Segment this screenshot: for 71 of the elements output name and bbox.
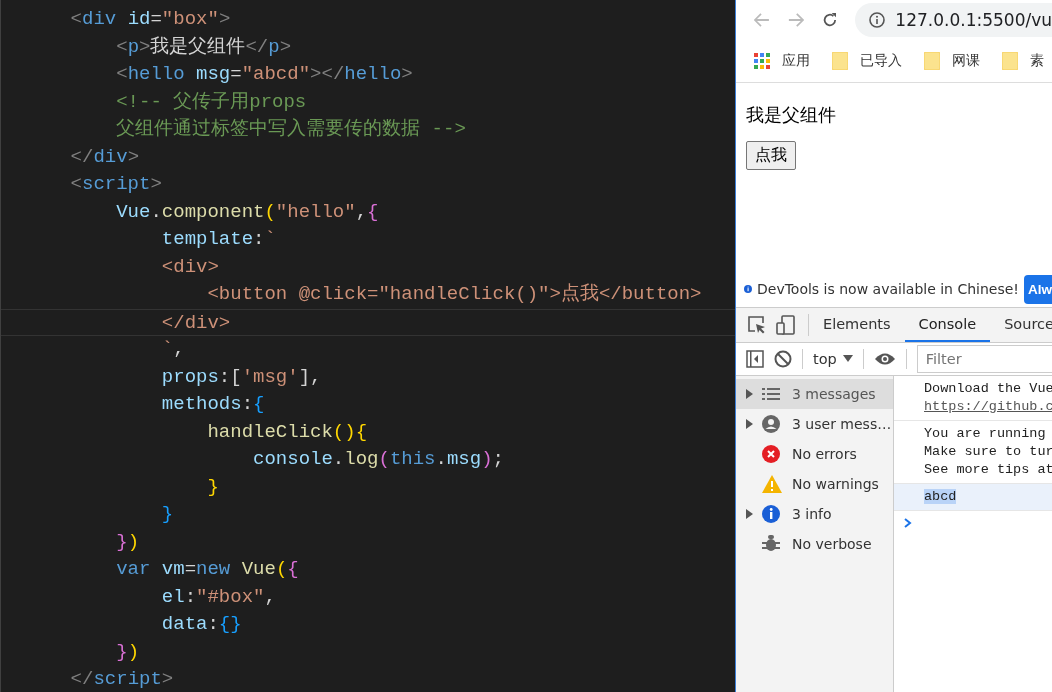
bookmark[interactable]: 素 <box>1002 52 1044 70</box>
code-line: <button @click="handleClick()">点我</button> <box>206 282 703 307</box>
code-editor[interactable] <box>0 0 735 692</box>
code-line: var vm=new Vue({ <box>115 557 300 582</box>
bookmark[interactable]: 网课 <box>924 52 980 70</box>
device-icon[interactable] <box>776 315 796 335</box>
warning-icon <box>762 475 782 493</box>
code-line: methods:{ <box>160 392 266 417</box>
reload-icon[interactable] <box>821 11 838 29</box>
code-line: `, <box>160 337 186 362</box>
devtools-tab[interactable]: Console <box>904 308 991 342</box>
folder-icon <box>832 52 848 70</box>
bookmark[interactable]: 应用 <box>754 52 810 70</box>
info-icon[interactable] <box>869 12 886 28</box>
code-line: <hello msg="abcd"></hello> <box>115 62 414 87</box>
eye-icon[interactable] <box>873 352 896 366</box>
message-link[interactable]: https://github.c <box>924 398 1052 416</box>
code-line: props:['msg'], <box>160 364 323 390</box>
context-select[interactable]: top <box>813 351 853 367</box>
infobar-text: DevTools is now available in Chinese! <box>757 281 1019 297</box>
bug-icon <box>762 535 780 553</box>
code-line: <div> <box>160 254 220 280</box>
bookmark[interactable]: 已导入 <box>832 52 902 70</box>
code-line: </div> <box>1 308 735 336</box>
page-button[interactable]: 点我 <box>746 141 796 170</box>
apps-grid-icon <box>754 53 770 69</box>
sidebar-item[interactable]: No warnings <box>736 469 893 499</box>
code-line: <script> <box>69 172 163 197</box>
sidebar-toggle-icon[interactable] <box>746 350 764 368</box>
sidebar-item[interactable]: 3 user mess… <box>736 409 893 439</box>
sidebar-item[interactable]: 3 info <box>736 499 893 529</box>
code-line: Vue.component("hello",{ <box>115 199 380 225</box>
sidebar-item[interactable]: No verbose <box>736 529 893 559</box>
console-message: abcd <box>894 484 1052 511</box>
code-line: el:"#box", <box>160 584 277 610</box>
address-bar[interactable]: 127.0.0.1:5500/vu <box>855 3 1052 37</box>
code-line: template:` <box>160 227 277 252</box>
code-line: </div> <box>69 144 141 170</box>
list-icon <box>762 387 780 401</box>
code-line: 父组件通过标签中写入需要传的数据 --> <box>115 117 467 142</box>
error-icon <box>762 445 780 463</box>
code-line: <div id="box"> <box>69 7 232 32</box>
expand-triangle-icon[interactable] <box>745 389 753 399</box>
code-line: } <box>160 502 175 527</box>
inspect-icon[interactable] <box>748 316 766 334</box>
code-line: } <box>206 474 220 500</box>
clear-icon[interactable] <box>774 350 792 368</box>
sidebar-item[interactable]: No errors <box>736 439 893 469</box>
code-line: </script> <box>69 667 175 692</box>
expand-triangle-icon[interactable] <box>745 509 753 519</box>
caret-icon[interactable] <box>842 355 853 363</box>
code-line: <!-- 父传子用props <box>115 89 308 115</box>
user-icon <box>762 415 780 433</box>
infobar-button[interactable]: Alw <box>1024 274 1052 304</box>
code-line: data:{} <box>160 612 243 637</box>
url-text: 127.0.0.1:5500/vu <box>895 10 1052 30</box>
console-message: Download the Vue https://github.c <box>894 376 1052 421</box>
code-line: console.log(this.msg); <box>252 447 505 472</box>
sidebar-item[interactable]: 3 messages <box>736 379 893 409</box>
devtools-tab[interactable]: Elements <box>809 308 905 342</box>
folder-icon <box>1002 52 1018 70</box>
code-line: handleClick(){ <box>206 419 369 445</box>
code-line: <p>我是父组件</p> <box>115 34 293 60</box>
expand-triangle-icon[interactable] <box>745 419 753 429</box>
page-paragraph: 我是父组件 <box>746 103 837 127</box>
folder-icon <box>924 52 940 70</box>
code-line: }) <box>115 639 141 665</box>
info-icon <box>762 505 780 523</box>
filter-field[interactable]: Filter <box>916 345 1052 373</box>
prompt-chevron-icon <box>904 518 912 528</box>
code-line: }) <box>115 529 141 555</box>
